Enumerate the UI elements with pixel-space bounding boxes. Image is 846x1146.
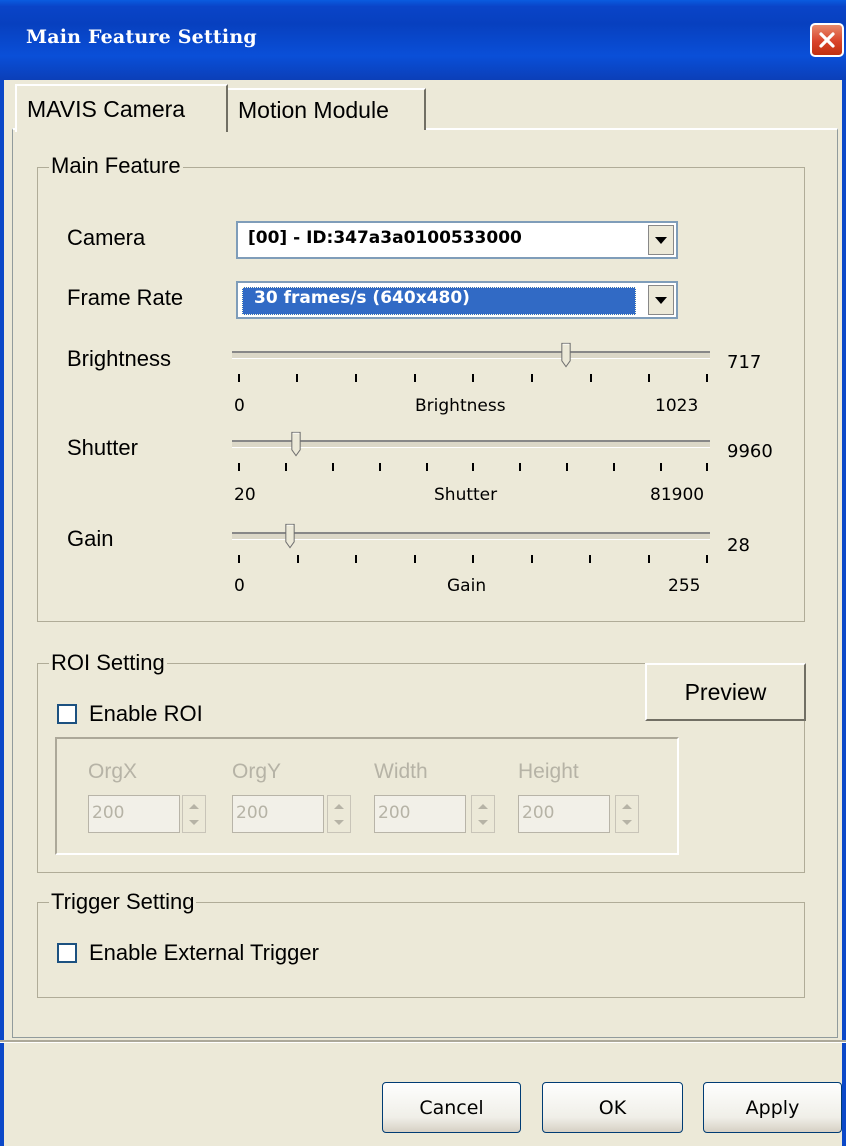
shutter-ticks [238,463,708,471]
orgy-label: OrgY [232,760,282,783]
width-spinner[interactable] [471,795,495,833]
brightness-label: Brightness [67,346,171,371]
close-icon [819,32,835,48]
shutter-min: 20 [234,485,256,505]
window-frame-right [842,80,846,1146]
frame-rate-label: Frame Rate [67,285,184,310]
close-button[interactable] [810,23,844,57]
camera-label: Camera [67,225,146,250]
width-label: Width [374,760,428,783]
gain-slider-track[interactable] [232,532,710,540]
orgx-input[interactable]: 200 [88,795,180,833]
shutter-value: 9960 [727,441,773,462]
enable-external-trigger-checkbox[interactable] [57,943,77,963]
height-label: Height [518,760,579,783]
roi-setting-group-label: ROI Setting [49,650,167,676]
brightness-value: 717 [727,352,762,373]
trigger-setting-group-label: Trigger Setting [49,889,197,915]
window-frame-left [0,80,4,1146]
camera-select[interactable]: [00] - ID:347a3a0100533000 [236,221,678,259]
gain-slider-thumb[interactable] [285,522,295,550]
shutter-slider-thumb[interactable] [291,430,301,458]
width-input[interactable]: 200 [374,795,466,833]
tab-mavis-camera[interactable]: MAVIS Camera [15,84,228,132]
frame-rate-dropdown-button[interactable] [648,285,674,315]
orgy-spinner[interactable] [327,795,351,833]
gain-ticks [238,555,708,563]
shutter-caption: Shutter [434,485,498,505]
frame-rate-select-value: 30 frames/s (640x480) [254,288,470,308]
brightness-min: 0 [234,396,245,416]
spin-up-icon [334,804,344,809]
brightness-caption: Brightness [415,396,506,416]
height-spinner[interactable] [615,795,639,833]
ok-button[interactable]: OK [542,1082,683,1133]
cancel-button[interactable]: Cancel [382,1082,521,1133]
chevron-down-icon [655,296,667,304]
gain-value: 28 [727,535,750,556]
chevron-down-icon [655,236,667,244]
gain-caption: Gain [447,576,487,596]
gain-min: 0 [234,576,245,596]
orgx-spinner[interactable] [182,795,206,833]
apply-button[interactable]: Apply [703,1082,842,1133]
spin-down-icon [189,820,199,825]
bottom-separator [0,1040,846,1043]
spin-up-icon [189,804,199,809]
brightness-slider-thumb[interactable] [561,341,571,369]
orgx-label: OrgX [88,760,138,783]
enable-external-trigger-label: Enable External Trigger [89,940,319,965]
main-feature-group-label: Main Feature [49,153,183,179]
spin-down-icon [334,820,344,825]
spin-down-icon [478,820,488,825]
shutter-slider-track[interactable] [232,440,710,448]
window-title: Main Feature Setting [26,26,257,48]
height-input[interactable]: 200 [518,795,610,833]
brightness-ticks [238,374,708,382]
brightness-slider-track[interactable] [232,351,710,359]
spin-up-icon [478,804,488,809]
shutter-label: Shutter [67,435,138,460]
brightness-max: 1023 [655,396,699,416]
shutter-max: 81900 [650,485,705,505]
camera-dropdown-button[interactable] [648,225,674,255]
enable-roi-label: Enable ROI [89,701,203,726]
gain-label: Gain [67,526,114,551]
spin-down-icon [622,820,632,825]
tab-motion-module[interactable]: Motion Module [228,88,426,130]
camera-select-value: [00] - ID:347a3a0100533000 [248,228,522,248]
preview-button[interactable]: Preview [645,663,806,721]
frame-rate-select[interactable]: 30 frames/s (640x480) [236,281,678,319]
spin-up-icon [622,804,632,809]
orgy-input[interactable]: 200 [232,795,324,833]
enable-roi-checkbox[interactable] [57,704,77,724]
gain-max: 255 [668,576,701,596]
